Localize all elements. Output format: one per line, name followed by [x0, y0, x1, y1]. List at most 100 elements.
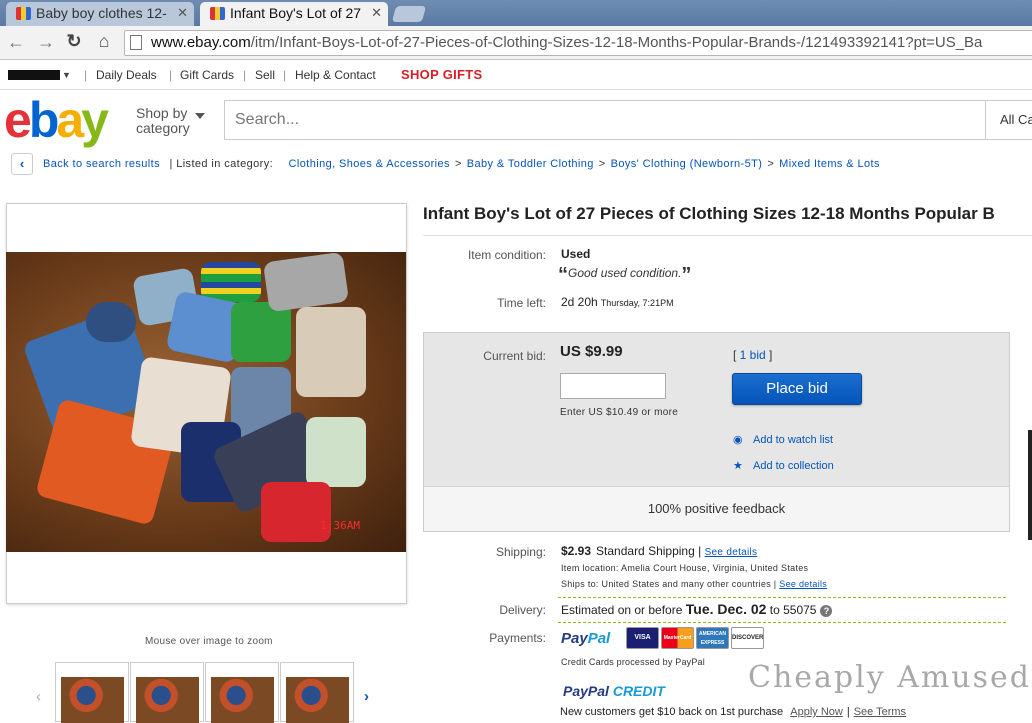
logo-letter: b: [28, 92, 59, 148]
home-icon[interactable]: ⌂: [94, 31, 114, 52]
clothing-item: [296, 307, 366, 397]
delivery-label: Delivery:: [499, 603, 546, 617]
see-details-link[interactable]: See details: [705, 547, 758, 558]
seller-feedback: 100% positive feedback: [424, 486, 1009, 531]
breadcrumb-separator: >: [767, 158, 775, 170]
time-left: 2d 20h: [561, 295, 598, 309]
page-icon: [130, 35, 142, 50]
sell-link[interactable]: Sell: [255, 62, 275, 88]
shipping-method: Standard Shipping |: [596, 544, 702, 558]
watch-list-link[interactable]: ◉ Add to watch list: [733, 433, 833, 446]
chevron-left-icon[interactable]: ‹: [11, 153, 33, 175]
delivery-prefix: Estimated on or before: [561, 603, 683, 617]
close-quote-icon: ”: [681, 264, 692, 286]
see-terms-link[interactable]: See Terms: [854, 706, 906, 718]
ebay-favicon-icon: [16, 7, 31, 20]
ebay-favicon-icon: [210, 7, 225, 20]
logo-letter: a: [56, 92, 84, 148]
bid-count: [ 1 bid ]: [733, 348, 773, 362]
back-arrow-icon[interactable]: ←: [6, 32, 26, 53]
chevron-right-icon[interactable]: ›: [364, 688, 369, 705]
thumbnail[interactable]: [280, 662, 354, 723]
chevron-left-icon[interactable]: ‹: [36, 688, 41, 705]
logo-letter: y: [81, 92, 109, 148]
paypal-logo-text: Pal: [587, 630, 611, 647]
paypal-credit-text: PayPal: [563, 683, 609, 699]
paypal-credit-logo: PayPal CREDIT: [563, 683, 665, 699]
shop-by-category-button[interactable]: Shop by category: [136, 106, 190, 136]
divider: |: [84, 68, 88, 82]
breadcrumb-item[interactable]: Clothing, Shoes & Accessories: [289, 158, 450, 170]
offer-text: New customers get $10 back on 1st purcha…: [560, 706, 784, 718]
condition-note-text: Good used condition.: [568, 266, 682, 280]
shipping-value: $2.93 Standard Shipping | See details: [561, 544, 757, 558]
add-to-collection-link[interactable]: ★ Add to collection: [733, 459, 834, 472]
payments-label: Payments:: [489, 631, 546, 645]
url-path: /itm/Infant-Boys-Lot-of-27-Pieces-of-Clo…: [250, 34, 983, 51]
bid-amount-input[interactable]: [560, 373, 666, 399]
close-icon[interactable]: ✕: [371, 2, 382, 24]
divider: |: [283, 68, 287, 82]
search-input[interactable]: Search...: [224, 100, 986, 140]
current-bid-label: Current bid:: [483, 349, 546, 363]
caret-down-icon[interactable]: [195, 113, 205, 119]
thumbnail-image: [61, 677, 124, 723]
ebay-logo[interactable]: ebay: [4, 92, 109, 148]
thumbnail[interactable]: [205, 662, 279, 723]
shop-gifts-link[interactable]: SHOP GIFTS: [401, 62, 483, 88]
collection-label: Add to collection: [753, 460, 834, 472]
condition-note: “Good used condition.”: [558, 264, 691, 287]
breadcrumb-item[interactable]: Baby & Toddler Clothing: [467, 158, 594, 170]
thumbnail-image: [286, 677, 349, 723]
url-host: www.ebay.com: [151, 34, 251, 51]
help-icon[interactable]: ?: [820, 605, 833, 617]
breadcrumb-item[interactable]: Boys' Clothing (Newborn-5T): [611, 158, 763, 170]
item-location: Item location: Amelia Court House, Virgi…: [561, 563, 809, 573]
thumbnail[interactable]: [130, 662, 204, 723]
tab-title: Baby boy clothes 12-: [36, 5, 167, 21]
discover-icon: DISCOVER: [731, 627, 764, 649]
tab-infant-boys-lot[interactable]: Infant Boy's Lot of 27 ✕: [200, 2, 388, 26]
visa-icon: VISA: [626, 627, 659, 649]
reload-icon[interactable]: ↻: [64, 31, 84, 52]
divider: |: [169, 68, 173, 82]
mastercard-icon: MasterCard: [661, 627, 694, 649]
gift-cards-link[interactable]: Gift Cards: [180, 62, 234, 88]
category-label: category: [136, 120, 190, 136]
logo-letter: e: [4, 92, 32, 148]
see-details-link[interactable]: See details: [779, 579, 827, 589]
shipping-label: Shipping:: [495, 545, 546, 559]
forward-arrow-icon[interactable]: →: [36, 32, 56, 53]
credit-card-note: Credit Cards processed by PayPal: [561, 657, 705, 667]
shop-by-label: Shop by: [136, 105, 188, 121]
place-bid-button[interactable]: Place bid: [732, 373, 862, 405]
watch-list-label: Add to watch list: [753, 434, 834, 446]
account-menu[interactable]: [8, 70, 60, 80]
end-time: Thursday, 7:21PM: [600, 298, 674, 308]
photo-timestamp: 1:36AM: [320, 519, 360, 532]
thumbnail[interactable]: [55, 662, 129, 723]
new-tab-button[interactable]: [391, 6, 427, 22]
ebay-global-nav: ▼ | Daily Deals | Gift Cards | Sell | He…: [0, 62, 1032, 90]
breadcrumb-item[interactable]: Mixed Items & Lots: [779, 158, 880, 170]
caret-down-icon[interactable]: ▼: [62, 62, 71, 88]
item-main-photo[interactable]: 1:36AM: [6, 252, 406, 552]
close-icon[interactable]: ✕: [177, 2, 188, 24]
delivery-date: Tue. Dec. 02: [685, 601, 767, 617]
breadcrumb-separator: >: [454, 158, 462, 170]
clothing-item: [262, 252, 350, 313]
daily-deals-link[interactable]: Daily Deals: [96, 62, 157, 88]
back-to-results-link[interactable]: Back to search results: [43, 158, 160, 170]
item-title: Infant Boy's Lot of 27 Pieces of Clothin…: [423, 204, 995, 223]
apply-now-link[interactable]: Apply Now: [790, 706, 843, 718]
eye-icon: ◉: [733, 434, 743, 446]
amex-icon: AMERICAN EXPRESS: [696, 627, 729, 649]
tab-baby-boy-clothes[interactable]: Baby boy clothes 12- ✕: [6, 2, 194, 26]
address-bar[interactable]: www.ebay.com/itm/Infant-Boys-Lot-of-27-P…: [124, 30, 1032, 56]
breadcrumb: Back to search results | Listed in categ…: [43, 158, 880, 170]
category-select[interactable]: All Ca: [986, 100, 1032, 140]
ships-to-text: Ships to: United States and many other c…: [561, 579, 777, 589]
clothing-item: [231, 302, 291, 362]
help-contact-link[interactable]: Help & Contact: [295, 62, 376, 88]
bid-history-link[interactable]: 1 bid: [740, 348, 766, 362]
